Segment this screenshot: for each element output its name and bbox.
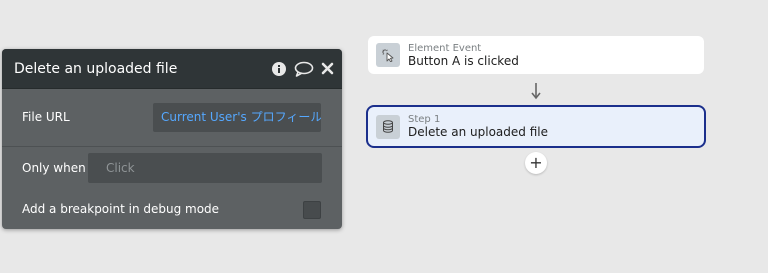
file-url-field[interactable]: Current User's プロフィール (153, 103, 321, 132)
add-step-button[interactable]: + (525, 152, 547, 174)
panel-title: Delete an uploaded file (14, 60, 178, 77)
only-when-label: Only when (22, 161, 86, 175)
event-card[interactable]: Element Event Button A is clicked (368, 36, 704, 74)
breakpoint-checkbox[interactable] (303, 201, 321, 219)
file-url-row: File URL Current User's プロフィール (2, 89, 342, 147)
breakpoint-label: Add a breakpoint in debug mode (22, 202, 220, 216)
breakpoint-row: Add a breakpoint in debug mode (2, 189, 342, 229)
info-icon[interactable] (271, 61, 287, 77)
step-card[interactable]: Step 1 Delete an uploaded file (366, 105, 706, 148)
database-icon (376, 114, 400, 139)
panel-header: Delete an uploaded file (2, 49, 342, 89)
only-when-row: Only when Click (2, 147, 342, 189)
property-panel: Delete an uploaded file File URL Current… (2, 49, 342, 229)
event-card-subtitle: Element Event (408, 42, 482, 54)
cursor-click-icon (376, 43, 400, 67)
step-card-title: Delete an uploaded file (408, 125, 548, 139)
event-card-title: Button A is clicked (408, 53, 519, 68)
close-icon[interactable] (321, 62, 334, 75)
only-when-field[interactable]: Click (88, 153, 322, 183)
down-arrow-icon (531, 83, 541, 100)
comment-icon[interactable] (294, 61, 314, 77)
step-card-subtitle: Step 1 (408, 114, 441, 125)
file-url-label: File URL (22, 110, 70, 124)
